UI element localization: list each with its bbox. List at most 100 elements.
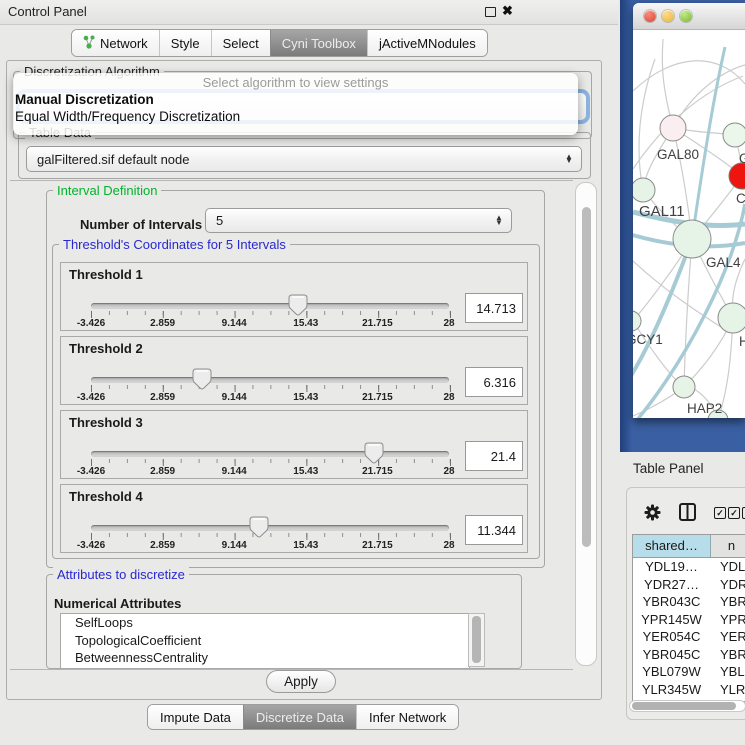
threshold-slider-track[interactable] xyxy=(91,451,449,457)
algorithm-item-equal-width[interactable]: Equal Width/Frequency Discretization xyxy=(13,108,578,125)
threshold-label: Threshold 2 xyxy=(69,341,143,356)
close-traffic-light-icon[interactable] xyxy=(644,10,656,22)
node-hap2[interactable] xyxy=(673,376,695,398)
tab-style[interactable]: Style xyxy=(159,30,211,56)
slider-tick-label: 15.43 xyxy=(276,540,336,551)
node-table[interactable]: shared… n YDL19…YDL1YDR27…YDR2YBR043CYBR… xyxy=(632,534,745,702)
threshold-slider-thumb[interactable] xyxy=(288,294,308,316)
table-hscrollbar-thumb[interactable] xyxy=(632,702,736,710)
minimize-traffic-light-icon[interactable] xyxy=(662,10,674,22)
cell-shared-name: YDL19… xyxy=(633,558,710,576)
attributes-scrollbar-thumb[interactable] xyxy=(472,616,481,663)
column-header-name[interactable]: n xyxy=(711,535,745,557)
threshold-label: Threshold 4 xyxy=(69,489,143,504)
combo-stepper-icon[interactable]: ▲▼ xyxy=(561,155,581,164)
threshold-value-field[interactable]: 11.344 xyxy=(465,515,523,545)
interval-definition-group-title: Interval Definition xyxy=(53,183,161,198)
attributes-list-scrollbar[interactable] xyxy=(468,613,485,667)
node-partial-low[interactable] xyxy=(718,303,745,333)
tab-label: Cyni Toolbox xyxy=(282,36,356,51)
cell-shared-name: YBR045C xyxy=(633,646,710,664)
table-horizontal-scrollbar[interactable] xyxy=(629,700,745,712)
vertical-scrollbar-thumb[interactable] xyxy=(582,207,591,547)
threshold-slider-track[interactable] xyxy=(91,377,449,383)
table-row[interactable]: YDL19…YDL1 xyxy=(633,558,745,576)
threshold-slider-thumb[interactable] xyxy=(364,442,384,464)
label-partial-mid: C xyxy=(736,191,745,206)
table-panel: ✓ ✓ ✓ shared… n YDL19…YDL1YDR27…YDR2YBR0… xyxy=(626,487,745,720)
threshold-slider-track[interactable] xyxy=(91,525,449,531)
node-gcy1[interactable] xyxy=(633,311,641,331)
label-gal4: GAL4 xyxy=(706,255,741,270)
network-canvas[interactable]: GAL80 G C GAL11 GAL4 GCY1 H HAP2 xyxy=(633,29,745,418)
tab-network[interactable]: Network xyxy=(72,30,159,56)
column-header-shared-name[interactable]: shared… xyxy=(633,535,711,557)
threshold-slider-thumb[interactable] xyxy=(249,516,269,538)
slider-tick-label: -3.426 xyxy=(61,540,121,551)
slider-tick-label: -3.426 xyxy=(61,318,121,329)
checkbox-icon[interactable]: ✓ xyxy=(714,507,726,519)
zoom-traffic-light-icon[interactable] xyxy=(680,10,692,22)
bottom-tab-strip: Impute DataDiscretize DataInfer Network xyxy=(147,704,459,730)
tab-jactivemnodules[interactable]: jActiveMNodules xyxy=(367,30,487,56)
cell-shared-name: YPR145W xyxy=(633,611,710,629)
threshold-panel-3: Threshold 3-3.4262.8599.14415.4321.71528… xyxy=(60,410,528,479)
attribute-item-topologicalcoefficient[interactable]: TopologicalCoefficient xyxy=(61,632,469,650)
close-icon[interactable]: ✖ xyxy=(502,3,513,19)
node-gal80[interactable] xyxy=(660,115,686,141)
checkbox-icon[interactable]: ✓ xyxy=(728,507,740,519)
slider-tick-label: 21.715 xyxy=(347,318,407,329)
combo-stepper-icon[interactable]: ▲▼ xyxy=(491,216,511,225)
table-rows: YDL19…YDL1YDR27…YDR2YBR043CYBR0YPR145WYP… xyxy=(633,558,745,702)
threshold-value-field[interactable]: 21.4 xyxy=(465,441,523,471)
threshold-value-field[interactable]: 14.713 xyxy=(465,293,523,323)
gear-icon[interactable] xyxy=(644,504,661,521)
attribute-item-betweennesscentrality[interactable]: BetweennessCentrality xyxy=(61,649,469,667)
tab-discretize-data[interactable]: Discretize Data xyxy=(243,705,356,729)
table-data-combobox[interactable]: galFiltered.sif default node ▲▼ xyxy=(26,146,582,172)
table-row[interactable]: YBR045CYBR0 xyxy=(633,646,745,664)
table-row[interactable]: YDR27…YDR2 xyxy=(633,576,745,594)
tab-cyni-toolbox[interactable]: Cyni Toolbox xyxy=(270,30,367,56)
network-window-titlebar[interactable] xyxy=(633,3,745,30)
number-of-intervals-label: Number of Intervals xyxy=(80,217,202,232)
threshold-panel-2: Threshold 2-3.4262.8599.14415.4321.71528… xyxy=(60,336,528,405)
apply-button[interactable]: Apply xyxy=(266,670,336,693)
split-columns-icon[interactable] xyxy=(679,503,696,521)
tab-infer-network[interactable]: Infer Network xyxy=(356,705,458,729)
table-row[interactable]: YLR345WYLR3 xyxy=(633,681,745,699)
node-partial-top[interactable] xyxy=(723,123,745,147)
tab-select[interactable]: Select xyxy=(211,30,270,56)
threshold-label: Threshold 3 xyxy=(69,415,143,430)
label-partial-low: H xyxy=(739,334,745,349)
node-gal11[interactable] xyxy=(633,178,655,202)
algorithm-dropdown-popup: Select algorithm to view settings Manual… xyxy=(13,73,578,135)
algorithm-item-manual[interactable]: Manual Discretization xyxy=(13,91,578,108)
slider-major-ticks xyxy=(91,311,451,318)
numerical-attributes-list[interactable]: SelfLoopsTopologicalCoefficientBetweenne… xyxy=(60,613,470,669)
network-window[interactable]: GAL80 G C GAL11 GAL4 GCY1 H HAP2 xyxy=(633,3,745,418)
tab-impute-data[interactable]: Impute Data xyxy=(148,705,243,729)
cell-name: YER0 xyxy=(710,628,745,646)
cell-name: YDL1 xyxy=(710,558,745,576)
slider-tick-label: 2.859 xyxy=(133,466,193,477)
threshold-slider-thumb[interactable] xyxy=(192,368,212,390)
threshold-value-field[interactable]: 6.316 xyxy=(465,367,523,397)
table-row[interactable]: YER054CYER0 xyxy=(633,628,745,646)
table-data-combobox-value: galFiltered.sif default node xyxy=(27,152,561,167)
attributes-group-title: Attributes to discretize xyxy=(53,567,189,582)
cell-name: YPR1 xyxy=(710,611,745,629)
table-row[interactable]: YBR043CYBR0 xyxy=(633,593,745,611)
numerical-attributes-label: Numerical Attributes xyxy=(54,596,181,611)
float-window-icon[interactable] xyxy=(485,7,496,17)
node-gal4[interactable] xyxy=(673,220,711,258)
threshold-slider-track[interactable] xyxy=(91,303,449,309)
table-row[interactable]: YBL079WYBL0 xyxy=(633,663,745,681)
tab-label: jActiveMNodules xyxy=(379,36,476,51)
number-of-intervals-combobox[interactable]: 5 ▲▼ xyxy=(205,208,512,233)
algorithm-placeholder-item[interactable]: Select algorithm to view settings xyxy=(13,75,578,91)
vertical-scrollbar[interactable] xyxy=(575,182,597,666)
slider-tick-label: 9.144 xyxy=(204,392,264,403)
table-row[interactable]: YPR145WYPR1 xyxy=(633,611,745,629)
attribute-item-selfloops[interactable]: SelfLoops xyxy=(61,614,469,632)
